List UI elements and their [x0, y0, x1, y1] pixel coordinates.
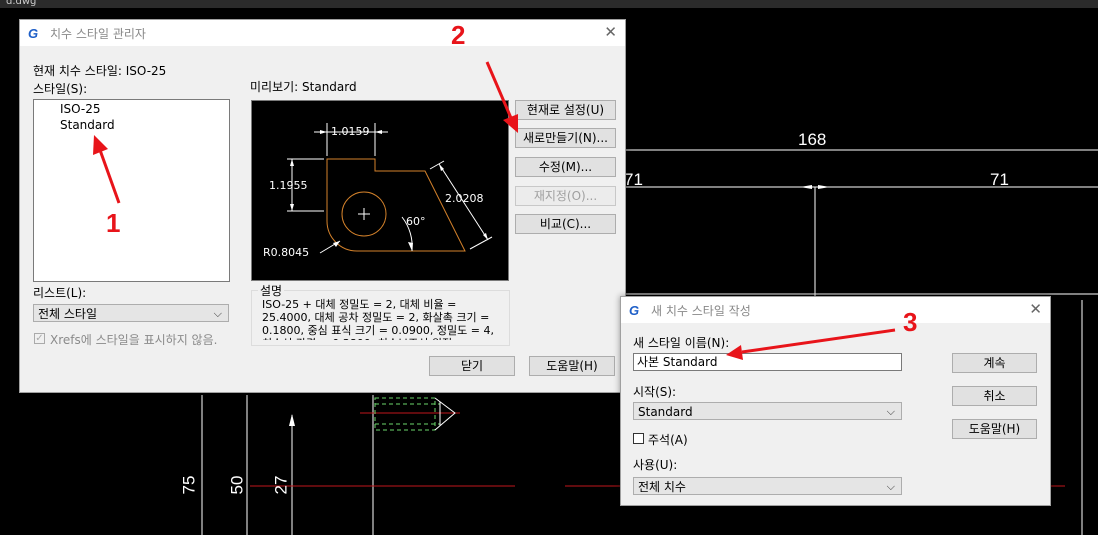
annotation-arrows	[93, 61, 896, 360]
annotation-number-2: 2	[451, 20, 466, 50]
annotation-number-1: 1	[106, 208, 121, 238]
annotation-number-3: 3	[903, 307, 918, 337]
